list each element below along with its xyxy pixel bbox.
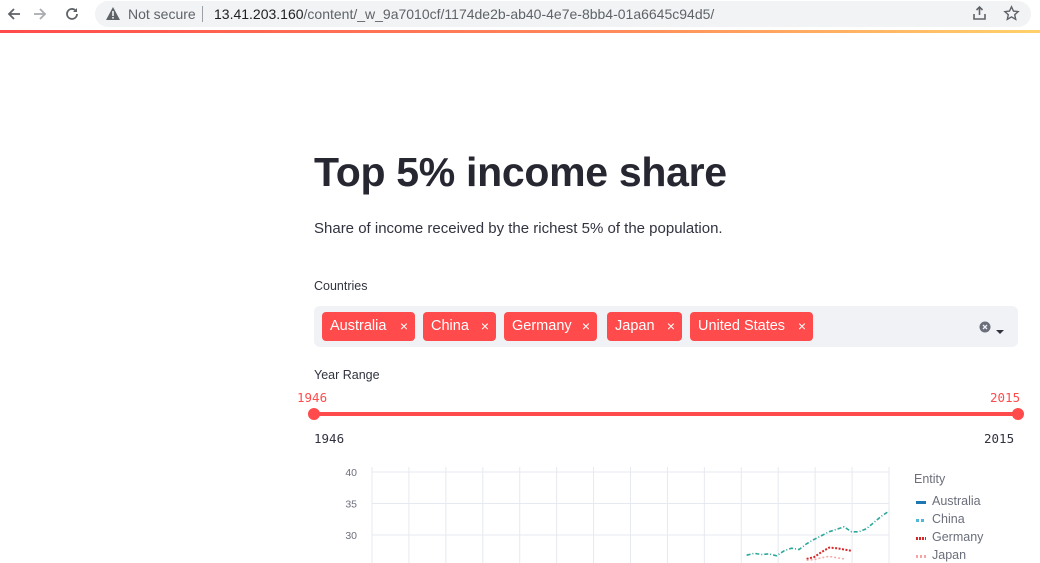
legend-item-australia[interactable]: Australia: [914, 494, 983, 512]
country-tag-germany[interactable]: Germany ×: [504, 312, 597, 341]
forward-arrow-icon[interactable]: [28, 3, 52, 25]
slider-max-value: 2015: [990, 390, 1021, 405]
year-range-label: Year Range: [314, 368, 380, 382]
url-host: 13.41.203.160: [214, 6, 304, 22]
address-bar[interactable]: Not secure 13.41.203.160/content/_w_9a70…: [95, 1, 1031, 27]
warning-triangle-icon[interactable]: [105, 6, 121, 26]
omnibox-divider: [202, 6, 203, 22]
slider-min-value: 1946: [297, 390, 328, 405]
legend-label: Japan: [932, 548, 967, 562]
page-subtitle: Share of income received by the richest …: [314, 220, 723, 237]
legend-item-germany[interactable]: Germany: [914, 530, 983, 548]
country-tag-label: Germany: [512, 318, 572, 334]
series-line-germany: [806, 546, 852, 560]
legend-swatch: [916, 555, 926, 558]
country-tag-japan[interactable]: Japan ×: [607, 312, 682, 341]
year-range-min-thumb[interactable]: [308, 408, 320, 420]
url-path: /content/_w_9a7010cf/1174de2b-ab40-4e7e-…: [303, 6, 715, 22]
slider-max-bound: 2015: [984, 431, 1015, 446]
series-line-japan: [806, 555, 845, 561]
year-range-track[interactable]: [314, 412, 1018, 416]
reload-icon[interactable]: [60, 3, 84, 25]
remove-tag-icon[interactable]: ×: [400, 312, 408, 341]
page-title: Top 5% income share: [314, 149, 727, 195]
countries-multiselect[interactable]: Australia × China × Germany × Japan × Un…: [314, 306, 1018, 347]
country-tag-australia[interactable]: Australia ×: [322, 312, 415, 341]
y-tick-label: 35: [345, 499, 357, 511]
legend-swatch: [916, 501, 926, 504]
y-tick-label: 40: [345, 467, 357, 479]
clear-all-icon[interactable]: [979, 320, 991, 333]
legend-label: Germany: [932, 530, 984, 544]
chevron-down-icon[interactable]: [996, 322, 1004, 340]
chart-legend: Entity Australia China Germany Japan: [914, 472, 983, 563]
income-share-chart[interactable]: 40 35 30 Entity Australia China Germany Ja…: [314, 460, 1018, 563]
y-tick-label: 30: [345, 530, 357, 542]
legend-item-china[interactable]: China: [914, 512, 983, 530]
remove-tag-icon[interactable]: ×: [481, 312, 489, 341]
url-text[interactable]: 13.41.203.160/content/_w_9a7010cf/1174de…: [214, 6, 714, 22]
legend-title: Entity: [914, 472, 946, 486]
browser-toolbar: Not secure 13.41.203.160/content/_w_9a70…: [0, 0, 1040, 30]
country-tag-label: United States: [698, 318, 786, 334]
remove-tag-icon[interactable]: ×: [798, 312, 806, 341]
countries-label: Countries: [314, 279, 368, 293]
share-icon[interactable]: [971, 5, 988, 27]
security-status[interactable]: Not secure: [128, 6, 196, 22]
legend-swatch: [916, 537, 926, 540]
legend-item-japan[interactable]: Japan: [914, 548, 983, 563]
country-tag-label: Australia: [330, 318, 387, 334]
back-arrow-icon[interactable]: [2, 3, 26, 25]
bookmark-star-icon[interactable]: [1003, 5, 1020, 27]
country-tag-china[interactable]: China ×: [423, 312, 496, 341]
country-tag-label: China: [431, 318, 469, 334]
legend-label: Australia: [932, 494, 981, 508]
remove-tag-icon[interactable]: ×: [582, 312, 590, 341]
legend-swatch: [916, 519, 926, 522]
header-decoration-bar: [0, 30, 1040, 33]
series-line-china: [746, 510, 890, 557]
chart-plot: 40 35 30: [345, 467, 890, 563]
year-range-max-thumb[interactable]: [1012, 408, 1024, 420]
slider-min-bound: 1946: [314, 431, 345, 446]
country-tag-united-states[interactable]: United States ×: [690, 312, 813, 341]
remove-tag-icon[interactable]: ×: [667, 312, 675, 341]
legend-label: China: [932, 512, 965, 526]
country-tag-label: Japan: [615, 318, 655, 334]
